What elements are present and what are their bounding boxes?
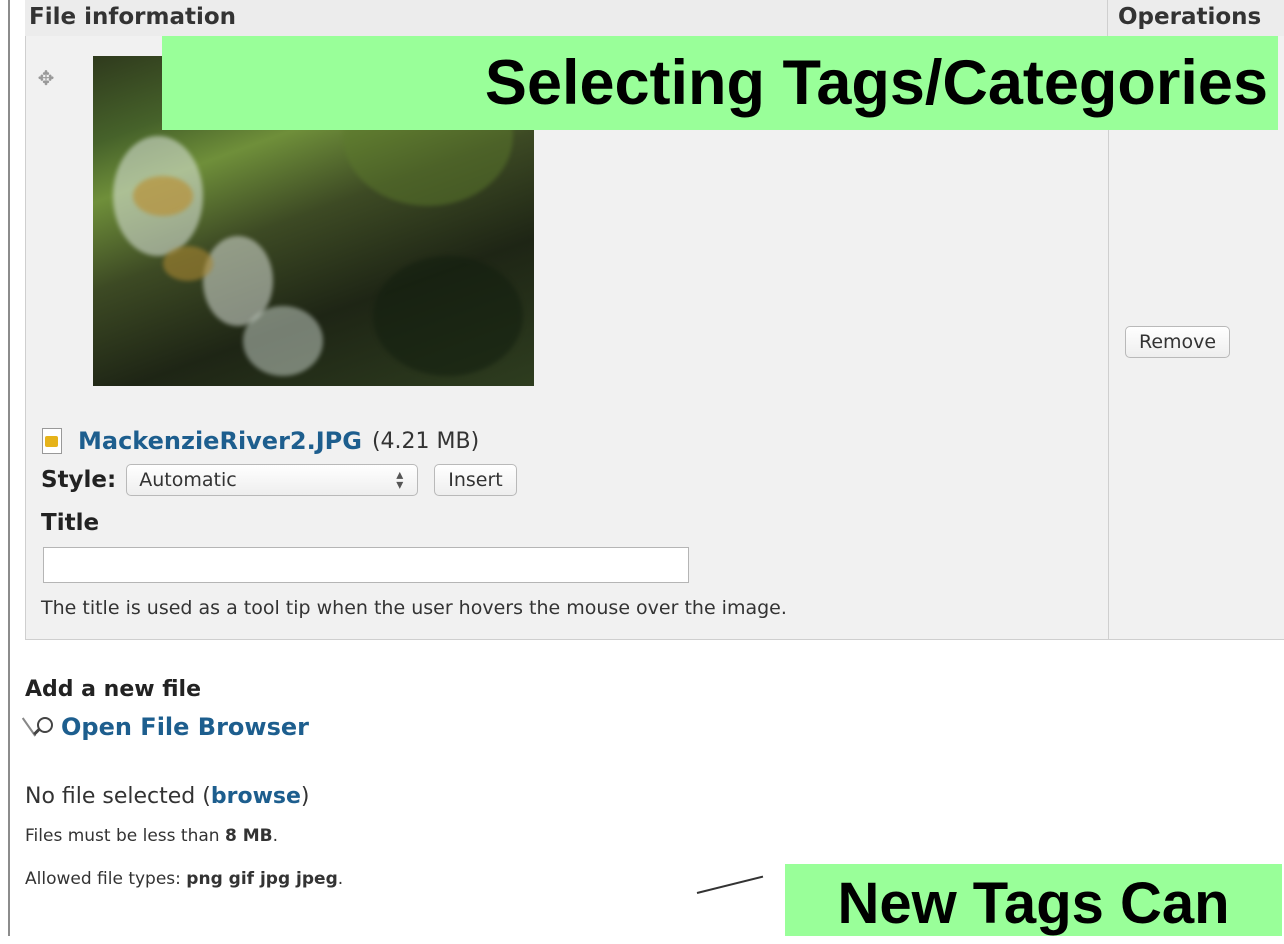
header-file-information: File information (29, 4, 237, 30)
select-arrows-icon: ▴ ▾ (396, 467, 404, 493)
title-input[interactable] (43, 547, 689, 583)
table-header: File information Operations (25, 0, 1284, 37)
file-name-link[interactable]: MackenzieRiver2.JPG (78, 427, 362, 455)
open-file-browser-label: Open File Browser (61, 713, 309, 741)
types-suffix: . (337, 869, 344, 889)
open-file-browser-link[interactable]: Open File Browser (21, 713, 309, 741)
style-row: Style: Automatic ▴ ▾ Insert (41, 464, 517, 496)
no-file-suffix: ) (300, 784, 310, 809)
no-file-status: No file selected (browse) (25, 784, 310, 809)
header-divider (1107, 0, 1108, 36)
no-file-prefix: No file selected ( (25, 784, 211, 809)
left-border-rule (8, 0, 10, 936)
style-select[interactable]: Automatic ▴ ▾ (126, 464, 419, 496)
types-prefix: Allowed file types: (25, 869, 187, 889)
add-new-file-heading: Add a new file (25, 677, 202, 702)
style-select-value: Automatic (139, 469, 237, 491)
file-size: (4.21 MB) (371, 428, 480, 454)
title-help-text: The title is used as a tool tip when the… (41, 597, 787, 619)
annotation-banner-top: Selecting Tags/Categories (162, 36, 1278, 130)
types-value: png gif jpg jpeg (186, 869, 338, 889)
limit-value: 8 MB (224, 826, 273, 846)
file-size-limit: Files must be less than 8 MB. (25, 826, 278, 846)
allowed-file-types: Allowed file types: png gif jpg jpeg. (25, 869, 343, 889)
header-operations: Operations (1118, 4, 1262, 30)
browse-link[interactable]: browse (211, 784, 301, 809)
limit-suffix: . (272, 826, 278, 846)
remove-button[interactable]: Remove (1125, 326, 1231, 358)
insert-button[interactable]: Insert (434, 464, 517, 496)
limit-prefix: Files must be less than (25, 826, 225, 846)
style-label: Style: (41, 467, 117, 493)
annotation-banner-bottom: New Tags Can (785, 864, 1282, 936)
image-file-icon (42, 428, 62, 454)
magnifier-icon (21, 713, 57, 741)
title-label: Title (41, 510, 100, 536)
annotation-pointer-line (696, 875, 764, 894)
file-info-row: MackenzieRiver2.JPG (4.21 MB) (42, 426, 479, 456)
drag-handle-icon[interactable]: ✥ (34, 66, 58, 90)
